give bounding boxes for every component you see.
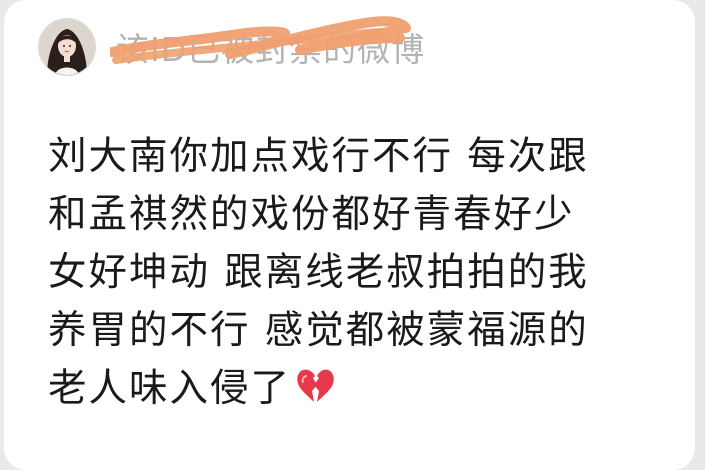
user-avatar-icon (39, 19, 95, 75)
post-line: 养胃的不行 感觉都被蒙福源的 (48, 308, 589, 353)
post-card: 该ID已被封禁的微博 刘大南你加点戏行不行 每次跟 和孟祺然的戏份都好青春好少 … (4, 0, 695, 470)
username-area: 该ID已被封禁的微博 (110, 16, 425, 72)
broken-heart-icon (295, 364, 335, 422)
post-line: 女好坤动 跟离线老叔拍拍的我 (48, 250, 589, 295)
post-line: 和孟祺然的戏份都好青春好少 (48, 192, 575, 237)
post-line: 刘大南你加点戏行不行 每次跟 (48, 134, 589, 179)
post-text: 刘大南你加点戏行不行 每次跟 和孟祺然的戏份都好青春好少 女好坤动 跟离线老叔拍… (48, 128, 688, 422)
username[interactable]: 该ID已被封禁的微博 (116, 23, 425, 71)
post-header: 该ID已被封禁的微博 (38, 16, 425, 78)
avatar[interactable] (38, 18, 96, 76)
post-line-last: 老人味入侵了 (48, 360, 688, 422)
post-line-text: 老人味入侵了 (48, 366, 292, 411)
